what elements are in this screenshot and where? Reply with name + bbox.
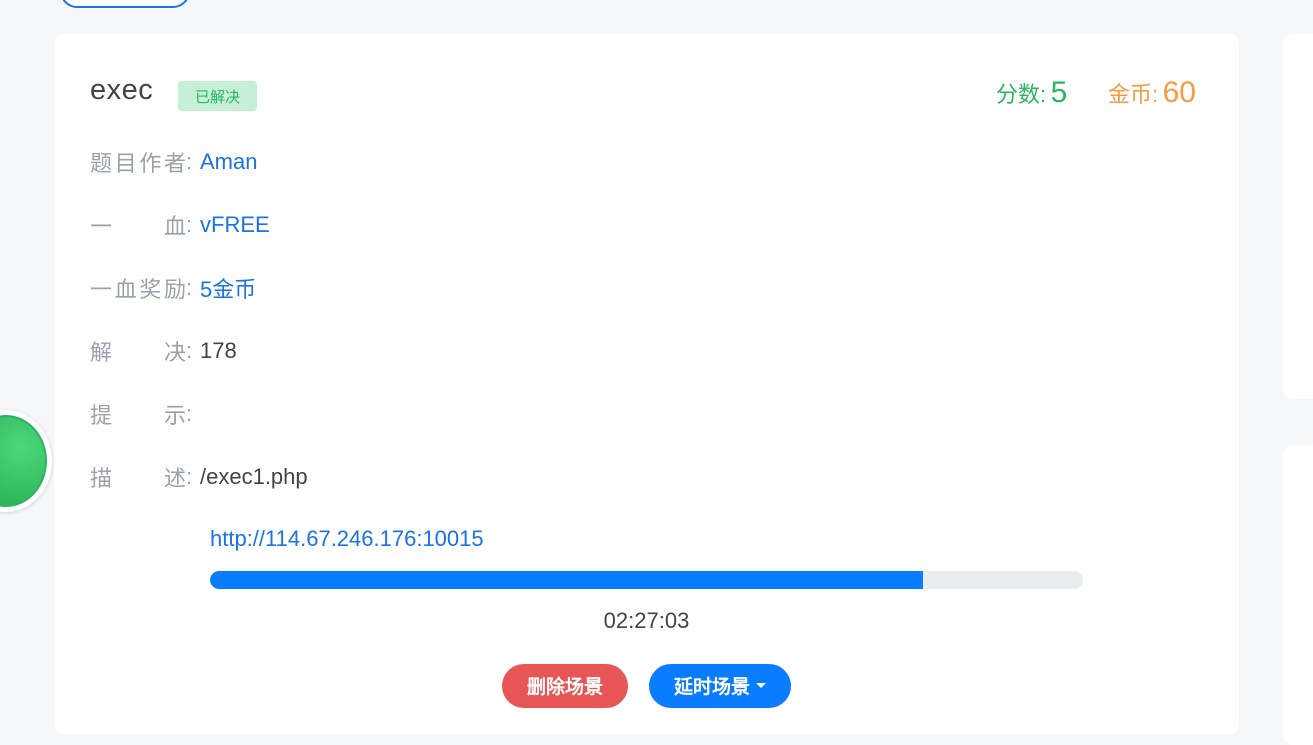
- scene-time-progress-bar: [210, 571, 1083, 589]
- score-label: 分数:: [996, 82, 1047, 107]
- detail-row: 提示:: [90, 399, 200, 429]
- side-panel-top: [1283, 34, 1313, 399]
- detail-label: 解决: [90, 335, 186, 367]
- solved-status-badge: 已解决: [178, 81, 257, 111]
- detail-colon: :: [186, 275, 193, 300]
- extend-scene-label: 延时场景: [673, 677, 750, 698]
- detail-label-char: 示: [163, 403, 186, 428]
- detail-label-char: 奖: [139, 277, 162, 302]
- progress-fill: [210, 571, 924, 589]
- detail-label: 描述: [90, 461, 186, 493]
- detail-label-char: 提: [90, 403, 113, 428]
- caret-down-icon: [756, 683, 766, 688]
- detail-colon: :: [186, 401, 193, 426]
- side-panel-bottom: [1283, 445, 1313, 745]
- detail-row: 题目作者: Aman: [90, 147, 257, 177]
- coins-label: 金币:: [1108, 82, 1159, 107]
- detail-label: 一血: [90, 209, 186, 241]
- detail-label-char: 者: [163, 151, 186, 176]
- scene-url-link[interactable]: http://114.67.246.176:10015: [210, 526, 484, 552]
- detail-label-char: 题: [90, 151, 113, 176]
- detail-value[interactable]: 5金币: [200, 272, 256, 304]
- detail-row: 一血奖励:5金币: [90, 273, 256, 303]
- top-tab-button[interactable]: [60, 0, 190, 8]
- detail-value: 178: [200, 338, 237, 363]
- detail-row: 描述:/exec1.php: [90, 462, 308, 492]
- detail-label-char: 描: [90, 466, 113, 491]
- coins-display: 金币: 60: [1108, 76, 1196, 110]
- detail-label-char: 一: [90, 277, 113, 302]
- detail-label-char: 作: [139, 151, 162, 176]
- delete-scene-label: 删除场景: [526, 677, 603, 698]
- detail-colon: :: [186, 149, 193, 174]
- delete-scene-button[interactable]: 删除场景: [502, 664, 628, 708]
- countdown-timer: 02:27:03: [603, 608, 690, 633]
- detail-row: 解决:178: [90, 336, 237, 366]
- detail-label: 题目作者: [90, 146, 186, 178]
- detail-row: 一血: vFREE: [90, 210, 270, 240]
- detail-label-char: 血: [163, 214, 186, 239]
- detail-label: 一血奖励: [90, 272, 186, 304]
- detail-label-char: 决: [163, 340, 186, 365]
- detail-value[interactable]: vFREE: [200, 212, 270, 238]
- detail-label-char: 述: [163, 466, 186, 491]
- score-value: 5: [1050, 76, 1068, 109]
- floating-assistant-button[interactable]: [0, 410, 52, 512]
- detail-label-char: 血: [114, 277, 137, 302]
- extend-scene-dropdown-button[interactable]: 延时场景: [649, 664, 791, 708]
- detail-label-char: 解: [90, 340, 113, 365]
- detail-label: 提示: [90, 398, 186, 430]
- coins-value: 60: [1162, 76, 1196, 109]
- detail-colon: :: [186, 338, 193, 363]
- challenge-title: exec: [90, 74, 154, 106]
- detail-colon: :: [186, 464, 193, 489]
- detail-label-char: 励: [163, 277, 186, 302]
- assistant-ball-icon: [0, 415, 47, 507]
- detail-label-char: 一: [90, 214, 113, 239]
- detail-value[interactable]: Aman: [200, 149, 257, 175]
- detail-value: /exec1.php: [200, 464, 308, 489]
- detail-colon: :: [186, 212, 193, 237]
- score-display: 分数: 5: [996, 76, 1067, 110]
- detail-label-char: 目: [114, 151, 137, 176]
